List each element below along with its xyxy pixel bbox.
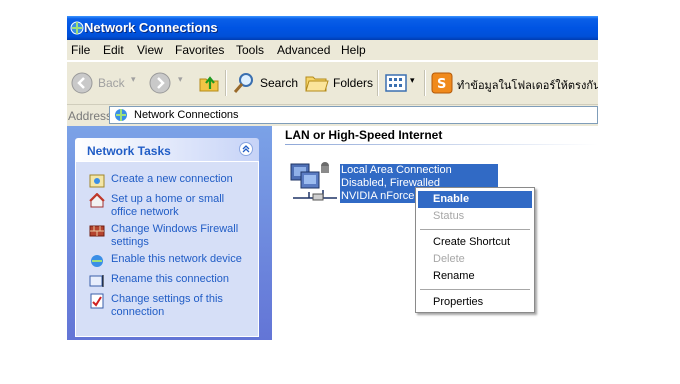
folders-button-label[interactable]: Folders: [333, 76, 373, 90]
rename-icon: [89, 275, 104, 287]
folder-up-icon[interactable]: [198, 71, 220, 93]
task-label: Change settings of this connection: [111, 293, 223, 318]
address-field[interactable]: Network Connections: [109, 106, 598, 124]
network-connections-icon: [115, 109, 127, 121]
group-divider: [285, 144, 598, 145]
task-label: Change Windows Firewall settings: [111, 223, 239, 248]
home-network-icon: [89, 193, 105, 208]
firewall-icon: [89, 225, 105, 237]
sync-folder-icon[interactable]: S: [431, 72, 453, 94]
menu-favorites[interactable]: Favorites: [175, 43, 224, 57]
menu-help[interactable]: Help: [341, 43, 366, 57]
menu-delete[interactable]: Delete: [418, 251, 532, 268]
menu-create-shortcut-label: Create Shortcut: [433, 236, 511, 248]
search-icon[interactable]: [232, 71, 256, 95]
address-label: Address: [68, 109, 113, 123]
new-connection-icon: [89, 174, 105, 188]
back-button-label[interactable]: Back: [98, 76, 125, 90]
folders-icon[interactable]: [305, 72, 329, 94]
menu-file[interactable]: File: [71, 43, 90, 57]
menu-view[interactable]: View: [137, 43, 163, 57]
views-icon[interactable]: [385, 73, 407, 93]
enable-device-icon: [91, 255, 103, 267]
task-label: Rename this connection: [111, 273, 230, 285]
menu-delete-label: Delete: [433, 253, 465, 265]
standard-toolbar: Back ▾ ▾ Search Folders ▾ S ทำข้อมูลในโฟ…: [67, 61, 598, 104]
views-dropdown-icon[interactable]: ▾: [410, 75, 415, 86]
menu-create-shortcut[interactable]: Create Shortcut: [418, 234, 532, 251]
menu-properties-label: Properties: [433, 296, 484, 308]
menu-properties[interactable]: Properties: [418, 294, 532, 311]
collapse-button[interactable]: [239, 142, 253, 156]
menu-status[interactable]: Status: [418, 208, 532, 225]
address-value: Network Connections: [134, 109, 239, 121]
sync-button-label[interactable]: ทำข้อมูลในโฟลเดอร์ให้ตรงกัน: [457, 76, 598, 94]
svg-text:S: S: [437, 77, 446, 92]
network-tasks-list: Create a new connection Set up a home or…: [75, 161, 259, 337]
menu-advanced[interactable]: Advanced: [277, 43, 330, 57]
title-bar[interactable]: Network Connections: [67, 16, 598, 40]
forward-dropdown-icon[interactable]: ▾: [178, 74, 183, 85]
network-tasks-box: Network Tasks Create a new connection Se…: [75, 138, 259, 338]
task-label: Enable this network device: [111, 253, 242, 265]
lan-connection-icon[interactable]: [287, 158, 339, 206]
forward-arrow-icon[interactable]: [149, 72, 171, 94]
network-connections-icon: [70, 21, 84, 35]
menu-status-label: Status: [433, 210, 465, 222]
group-heading: LAN or High-Speed Internet: [285, 128, 443, 142]
chevron-up-icon: [242, 145, 250, 153]
address-bar: Address Network Connections: [67, 104, 598, 126]
task-label: Set up a home or small office network: [111, 193, 225, 218]
menu-edit[interactable]: Edit: [103, 43, 124, 57]
settings-icon: [90, 293, 104, 309]
window-title: Network Connections: [84, 20, 218, 35]
menu-separator: [420, 229, 530, 230]
network-tasks-title: Network Tasks: [87, 144, 171, 158]
search-button-label[interactable]: Search: [260, 76, 298, 90]
network-tasks-header[interactable]: Network Tasks: [75, 138, 259, 161]
menu-enable-label: Enable: [433, 193, 470, 205]
back-arrow-icon[interactable]: [71, 72, 93, 94]
task-pane: Network Tasks Create a new connection Se…: [67, 126, 272, 340]
menu-bar: File Edit View Favorites Tools Advanced …: [67, 40, 598, 60]
menu-rename-label: Rename: [433, 270, 475, 282]
context-menu: Enable Status Create Shortcut Delete Ren…: [415, 187, 535, 313]
menu-separator: [420, 289, 530, 290]
menu-rename[interactable]: Rename: [418, 268, 532, 285]
connection-name: Local Area Connection: [341, 164, 452, 176]
menu-tools[interactable]: Tools: [236, 43, 264, 57]
back-dropdown-icon[interactable]: ▾: [131, 74, 136, 85]
menu-enable[interactable]: Enable: [418, 191, 532, 208]
task-label: Create a new connection: [111, 173, 233, 185]
